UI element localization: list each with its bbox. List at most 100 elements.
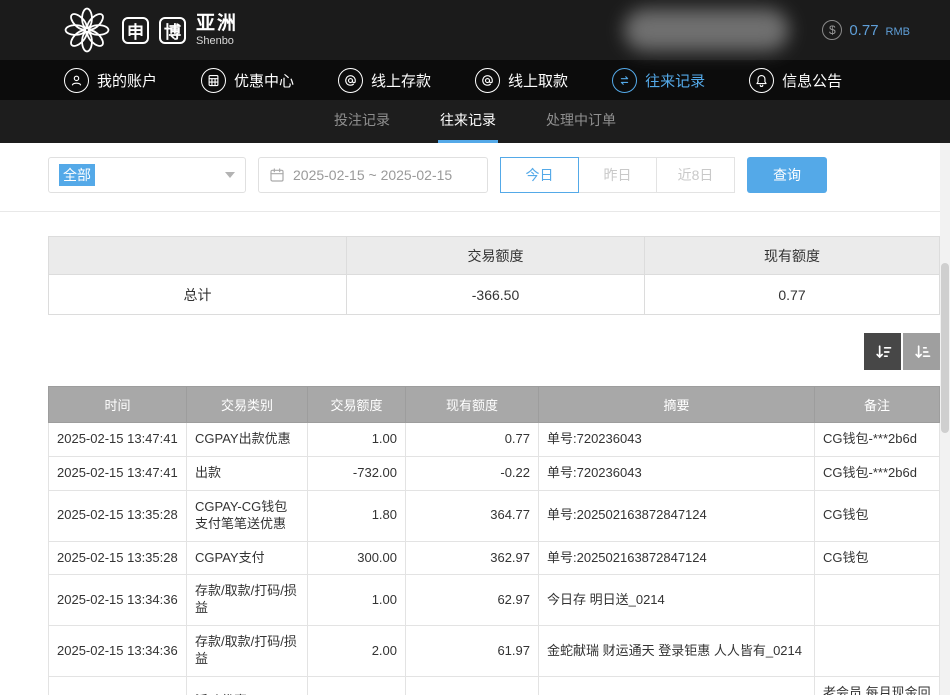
deposit-icon <box>338 68 363 93</box>
cell-time: 2025-02-15 13:35:28 <box>49 490 187 541</box>
col-header-note: 备注 <box>815 387 940 423</box>
cell-summary: 单号:202502163872847124 <box>539 490 815 541</box>
subnav-label-processing-orders: 处理中订单 <box>546 110 616 130</box>
category-select[interactable]: 全部 <box>48 157 246 193</box>
sort-descending-icon <box>873 342 893 362</box>
cell-summary <box>539 677 815 695</box>
date-range-input[interactable]: 2025-02-15 ~ 2025-02-15 <box>258 157 488 193</box>
balance-amount: 0.77 <box>849 22 878 39</box>
query-button[interactable]: 查询 <box>747 157 827 193</box>
nav-label-records: 往来记录 <box>645 70 705 91</box>
cell-note <box>815 626 940 677</box>
cell-amount: 2.00 <box>308 626 406 677</box>
cell-time: 2025-02-15 13:35:28 <box>49 541 187 575</box>
sort-controls <box>48 333 940 370</box>
records-table: 时间 交易类别 交易额度 现有额度 摘要 备注 2025-02-15 13:47… <box>48 386 940 695</box>
table-row: 2025-02-15 13:35:28 CGPAY支付 300.00 362.9… <box>49 541 940 575</box>
nav-item-my-account[interactable]: 我的账户 <box>64 68 157 93</box>
promo-grid-icon <box>201 68 226 93</box>
subnav-transaction-records[interactable]: 往来记录 <box>438 100 498 143</box>
scrollbar <box>940 143 950 695</box>
quick-range-group: 今日 昨日 近8日 <box>500 157 735 193</box>
cell-amount: 58.00 <box>308 677 406 695</box>
cell-summary: 金蛇献瑞 财运通天 登录钜惠 人人皆有_0214 <box>539 626 815 677</box>
nav-item-withdrawal[interactable]: 线上取款 <box>475 68 568 93</box>
cell-time: 2025-02-15 13:34:36 <box>49 575 187 626</box>
logo-char-bo: 博 <box>159 17 186 44</box>
cell-type: 出款 <box>187 456 308 490</box>
cell-type: CGPAY-CG钱包支付笔笔送优惠 <box>187 490 308 541</box>
nav-item-deposit[interactable]: 线上存款 <box>338 68 431 93</box>
quick-8days-button[interactable]: 近8日 <box>656 157 735 193</box>
table-row: 2025-02-15 13:34:36 存款/取款/打码/损益 1.00 62.… <box>49 575 940 626</box>
cell-amount: 1.80 <box>308 490 406 541</box>
category-select-value: 全部 <box>59 164 95 186</box>
cell-time: 2025-02-15 13:47:41 <box>49 423 187 457</box>
nav-label-my-account: 我的账户 <box>97 70 157 91</box>
nav-label-deposit: 线上存款 <box>371 70 431 91</box>
section-divider <box>0 211 950 212</box>
cell-type: 存款/取款/打码/损益 <box>187 626 308 677</box>
account-balance-area: $ 0.77 RMB <box>624 9 910 51</box>
sort-ascending-icon <box>912 342 932 362</box>
table-row: 2025-02-15 13:47:41 CGPAY出款优惠 1.00 0.77 … <box>49 423 940 457</box>
subnav-label-transaction-records: 往来记录 <box>440 110 496 130</box>
sort-ascending-button[interactable] <box>903 333 940 370</box>
main-nav: 我的账户 优惠中心 线上存款 线上取款 往来记录 <box>0 60 950 100</box>
cell-balance: 61.97 <box>406 626 539 677</box>
cell-time: 2025-02-15 13:47:41 <box>49 456 187 490</box>
nav-item-records[interactable]: 往来记录 <box>612 68 705 93</box>
subnav-label-bet-records: 投注记录 <box>334 110 390 130</box>
withdraw-icon <box>475 68 500 93</box>
summary-total-transaction: -366.50 <box>347 275 645 315</box>
table-row: 2025-02-15 13:35:28 CGPAY-CG钱包支付笔笔送优惠 1.… <box>49 490 940 541</box>
quick-today-button[interactable]: 今日 <box>500 157 579 193</box>
summary-table: 交易额度 现有额度 总计 -366.50 0.77 <box>48 236 940 315</box>
balance-currency: RMB <box>886 23 910 38</box>
nav-label-announcements: 信息公告 <box>782 70 842 91</box>
nav-item-announcements[interactable]: 信息公告 <box>749 68 842 93</box>
summary-col-balance: 现有额度 <box>645 237 940 275</box>
cell-amount: 1.00 <box>308 575 406 626</box>
cell-balance: 62.97 <box>406 575 539 626</box>
summary-header-row: 交易额度 现有额度 <box>49 237 940 275</box>
user-icon <box>64 68 89 93</box>
col-header-summary: 摘要 <box>539 387 815 423</box>
summary-total-row: 总计 -366.50 0.77 <box>49 275 940 315</box>
summary-corner-cell <box>49 237 347 275</box>
cell-summary: 单号:720236043 <box>539 423 815 457</box>
sort-descending-button[interactable] <box>864 333 901 370</box>
bell-icon <box>749 68 774 93</box>
cell-balance: 59.97 <box>406 677 539 695</box>
cell-balance: 364.77 <box>406 490 539 541</box>
cell-amount: 300.00 <box>308 541 406 575</box>
currency-icon: $ <box>822 20 842 40</box>
subnav-bet-records[interactable]: 投注记录 <box>332 100 392 143</box>
brand-logo[interactable]: 申 博 亚洲 Shenbo <box>62 5 238 55</box>
cell-note: CG钱包-***2b6d <box>815 456 940 490</box>
filter-bar: 全部 2025-02-15 ~ 2025-02-15 今日 昨日 近8日 查询 <box>0 143 950 211</box>
content-area: 交易额度 现有额度 总计 -366.50 0.77 <box>48 236 940 695</box>
nav-label-withdrawal: 线上取款 <box>508 70 568 91</box>
chevron-down-icon <box>225 172 235 178</box>
cell-note <box>815 575 940 626</box>
calendar-icon <box>269 167 285 183</box>
cell-note: CG钱包 <box>815 541 940 575</box>
cell-time: 2025-02-15 13:34:33 <box>49 677 187 695</box>
table-row: 2025-02-15 13:34:36 存款/取款/打码/损益 2.00 61.… <box>49 626 940 677</box>
logo-char-shen: 申 <box>122 17 149 44</box>
summary-col-transaction: 交易额度 <box>347 237 645 275</box>
logo-subtitle: Shenbo <box>196 35 238 48</box>
privacy-blur <box>624 9 789 51</box>
logo-region: 亚洲 <box>196 13 238 35</box>
top-header: 申 博 亚洲 Shenbo $ 0.77 RMB <box>0 0 950 60</box>
cell-summary: 单号:720236043 <box>539 456 815 490</box>
nav-item-promotions[interactable]: 优惠中心 <box>201 68 294 93</box>
scrollbar-thumb[interactable] <box>941 263 949 433</box>
currency-symbol: $ <box>829 23 836 37</box>
quick-yesterday-button[interactable]: 昨日 <box>578 157 657 193</box>
cell-note: CG钱包-***2b6d <box>815 423 940 457</box>
subnav-processing-orders[interactable]: 处理中订单 <box>544 100 618 143</box>
summary-total-balance: 0.77 <box>645 275 940 315</box>
cell-note: 老会员 每月现金回馈 <box>815 677 940 695</box>
